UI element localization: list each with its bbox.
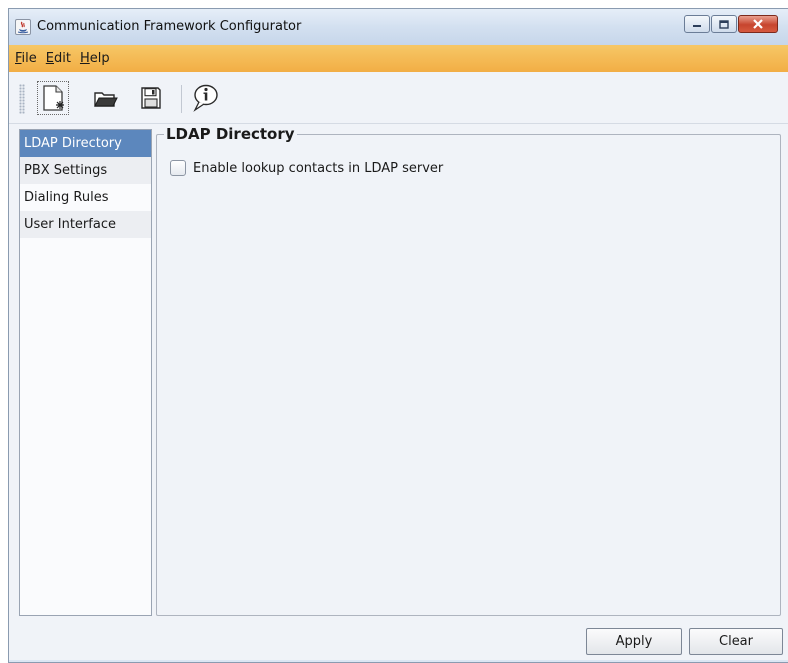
close-button[interactable] [738, 15, 778, 33]
toolbar-grip[interactable] [19, 84, 25, 114]
menu-file-label: ile [21, 51, 37, 66]
close-icon [753, 19, 763, 29]
new-document-icon [43, 85, 64, 111]
ldap-lookup-label[interactable]: Enable lookup contacts in LDAP server [193, 161, 443, 176]
minimize-button[interactable] [684, 15, 710, 33]
nav-item-dialing-rules[interactable]: Dialing Rules [20, 184, 151, 211]
ldap-lookup-option[interactable]: Enable lookup contacts in LDAP server [170, 160, 443, 176]
panel-border [156, 134, 781, 616]
info-balloon-icon [193, 84, 218, 112]
settings-panel: LDAP Directory Enable lookup contacts in… [156, 124, 781, 616]
menu-file[interactable]: File [15, 51, 37, 66]
category-list[interactable]: LDAP Directory PBX Settings Dialing Rule… [19, 129, 152, 616]
about-button[interactable] [189, 81, 221, 115]
maximize-button[interactable] [711, 15, 737, 33]
minimize-icon [693, 25, 701, 27]
new-button[interactable] [37, 81, 69, 115]
panel-title: LDAP Directory [164, 125, 297, 143]
apply-button[interactable]: Apply [586, 628, 682, 655]
nav-item-ldap-directory[interactable]: LDAP Directory [20, 130, 151, 157]
window-title: Communication Framework Configurator [37, 19, 302, 34]
open-button[interactable] [89, 81, 121, 115]
nav-item-user-interface[interactable]: User Interface [20, 211, 151, 238]
save-button[interactable] [135, 81, 167, 115]
button-bar: Apply Clear [9, 626, 788, 662]
clear-button[interactable]: Clear [689, 628, 783, 655]
java-app-icon [15, 19, 31, 35]
nav-item-pbx-settings[interactable]: PBX Settings [20, 157, 151, 184]
menu-edit-mnemonic: E [45, 51, 54, 66]
window-controls [684, 15, 778, 33]
menu-help[interactable]: Help [80, 51, 110, 66]
main-content: LDAP Directory PBX Settings Dialing Rule… [9, 124, 788, 626]
toolbar [9, 72, 788, 124]
maximize-icon [719, 19, 729, 29]
menu-bar: File Edit Help [9, 45, 788, 72]
app-window: Communication Framework Configurator Fil… [8, 8, 788, 663]
toolbar-separator [181, 85, 182, 113]
menu-edit-label: dit [54, 51, 71, 66]
save-icon [141, 87, 161, 109]
menu-help-label: elp [89, 51, 110, 66]
menu-edit[interactable]: Edit [46, 51, 71, 66]
menu-help-mnemonic: H [79, 51, 90, 66]
ldap-lookup-checkbox[interactable] [170, 160, 186, 176]
title-bar[interactable]: Communication Framework Configurator [9, 9, 788, 45]
open-folder-icon [94, 92, 118, 107]
